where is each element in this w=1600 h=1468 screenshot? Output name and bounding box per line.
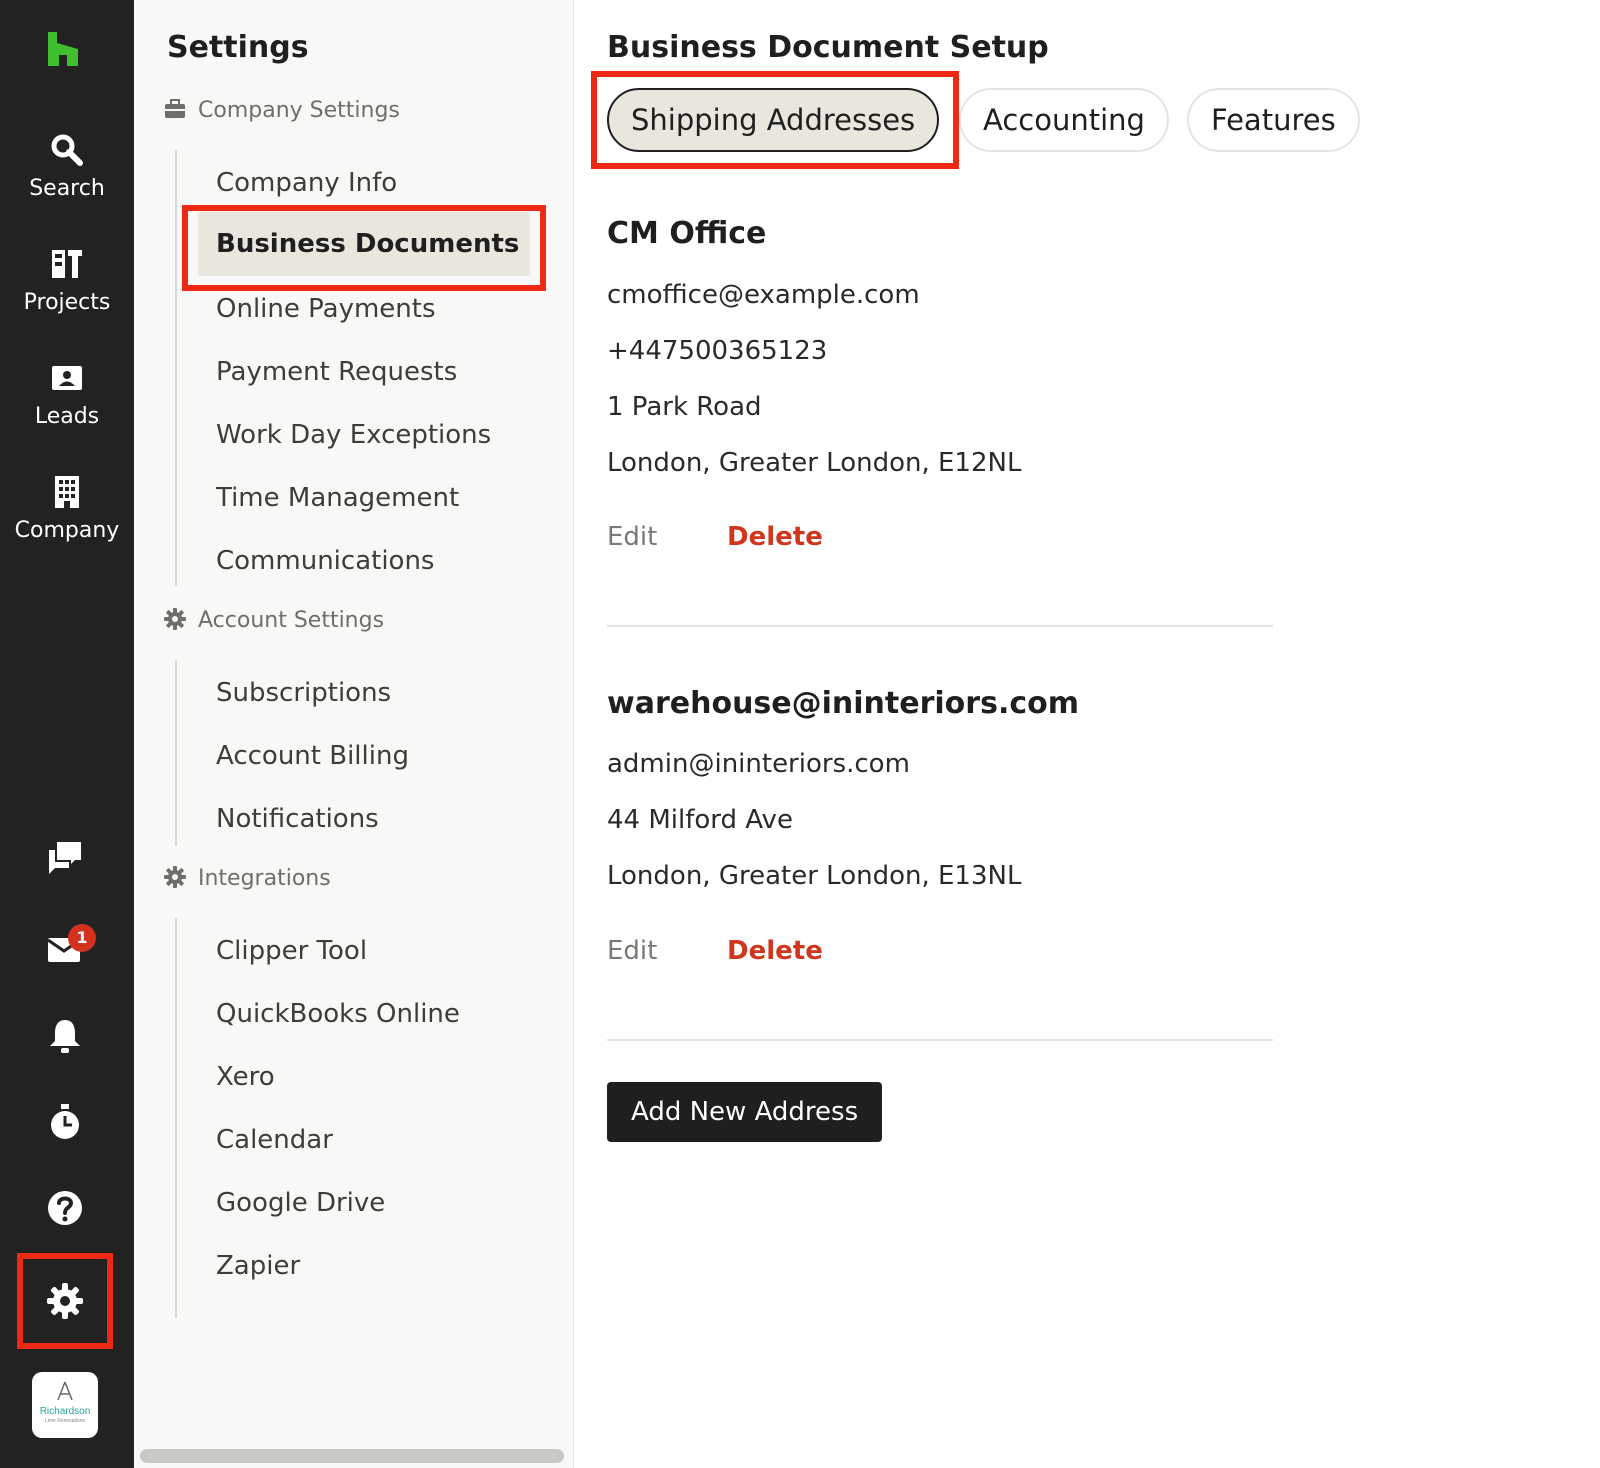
section-account-settings: Account Settings <box>164 608 384 633</box>
business-documents-highlight-box <box>182 205 546 291</box>
address-line: 1 Park Road <box>607 392 762 422</box>
help-icon[interactable] <box>45 1188 85 1228</box>
leads-icon <box>52 366 82 390</box>
address-line: +447500365123 <box>607 336 828 366</box>
mail-badge: 1 <box>68 924 96 952</box>
sidebar-title: Settings <box>167 30 309 65</box>
shipping-addresses-highlight-box <box>591 71 959 169</box>
sidebar-item-quickbooks-online[interactable]: QuickBooks Online <box>216 999 460 1029</box>
section-label: Account Settings <box>198 608 385 633</box>
rail-nav-company[interactable]: Company <box>0 474 134 543</box>
sidebar-item-calendar[interactable]: Calendar <box>216 1125 333 1155</box>
divider <box>607 625 1273 627</box>
address-line: London, Greater London, E13NL <box>607 861 1022 891</box>
edit-address-button[interactable]: Edit <box>607 936 657 966</box>
edit-address-button[interactable]: Edit <box>607 522 657 552</box>
sidebar-item-clipper-tool[interactable]: Clipper Tool <box>216 936 367 966</box>
address-line: admin@ininteriors.com <box>607 749 910 779</box>
company-logo-icon <box>57 1381 73 1401</box>
sidebar-item-subscriptions[interactable]: Subscriptions <box>216 678 391 708</box>
page-title: Business Document Setup <box>607 30 1049 65</box>
timer-icon[interactable] <box>45 1102 85 1142</box>
search-icon <box>51 134 83 166</box>
sidebar-item-online-payments[interactable]: Online Payments <box>216 294 436 324</box>
rail-nav-leads[interactable]: Leads <box>0 360 134 429</box>
section-line <box>175 918 177 1318</box>
projects-icon <box>52 250 82 278</box>
sidebar-item-xero[interactable]: Xero <box>216 1062 275 1092</box>
sidebar-item-zapier[interactable]: Zapier <box>216 1251 300 1281</box>
section-label: Company Settings <box>198 98 400 123</box>
sidebar-item-work-day-exceptions[interactable]: Work Day Exceptions <box>216 420 491 450</box>
sidebar-item-time-management[interactable]: Time Management <box>216 483 459 513</box>
sidebar-item-communications[interactable]: Communications <box>216 546 434 576</box>
avatar-text: Richardson <box>39 1406 91 1417</box>
tab-features[interactable]: Features <box>1187 88 1360 152</box>
sidebar-item-account-billing[interactable]: Account Billing <box>216 741 409 771</box>
gear-icon <box>164 866 186 888</box>
delete-address-button[interactable]: Delete <box>727 936 823 966</box>
address-name: CM Office <box>607 216 767 251</box>
rail-nav-projects[interactable]: Projects <box>0 246 134 315</box>
section-company-settings: Company Settings <box>164 98 400 123</box>
section-integrations: Integrations <box>164 866 331 891</box>
address-line: London, Greater London, E12NL <box>607 448 1022 478</box>
add-new-address-button[interactable]: Add New Address <box>607 1082 883 1142</box>
tab-accounting[interactable]: Accounting <box>959 88 1169 152</box>
delete-address-button[interactable]: Delete <box>727 522 823 552</box>
chat-icon[interactable] <box>45 838 85 878</box>
rail-nav-label: Projects <box>23 290 111 315</box>
divider <box>607 1039 1273 1041</box>
rail-nav-label: Leads <box>34 404 100 429</box>
rail-nav-search[interactable]: Search <box>0 132 134 201</box>
gear-icon <box>164 608 186 630</box>
sidebar-item-notifications[interactable]: Notifications <box>216 804 379 834</box>
rail-nav-label: Search <box>29 176 105 201</box>
avatar-subtext: Lime Renovations <box>44 1418 86 1424</box>
section-label: Integrations <box>198 866 331 891</box>
sidebar-horizontal-scrollbar[interactable] <box>140 1449 564 1463</box>
briefcase-icon <box>165 99 185 118</box>
sidebar-item-google-drive[interactable]: Google Drive <box>216 1188 385 1218</box>
houzz-logo-icon[interactable] <box>44 30 82 68</box>
sidebar-item-company-info[interactable]: Company Info <box>216 168 397 198</box>
section-line <box>175 150 177 586</box>
settings-highlight-box <box>17 1253 113 1349</box>
app-rail: Search Projects Leads Company 1 Richards… <box>0 0 134 1468</box>
section-line <box>175 660 177 846</box>
settings-sidebar: Settings Company Settings Company Info B… <box>134 0 574 1468</box>
company-avatar[interactable]: Richardson Lime Renovations <box>32 1372 98 1438</box>
sidebar-item-payment-requests[interactable]: Payment Requests <box>216 357 457 387</box>
address-name: warehouse@ininteriors.com <box>607 686 1079 721</box>
main-content: Business Document Setup Shipping Address… <box>574 0 1600 1468</box>
bell-icon[interactable] <box>45 1016 85 1056</box>
rail-nav-label: Company <box>14 518 120 543</box>
address-line: 44 Milford Ave <box>607 805 793 835</box>
address-line: cmoffice@example.com <box>607 280 920 310</box>
company-building-icon <box>55 476 79 508</box>
